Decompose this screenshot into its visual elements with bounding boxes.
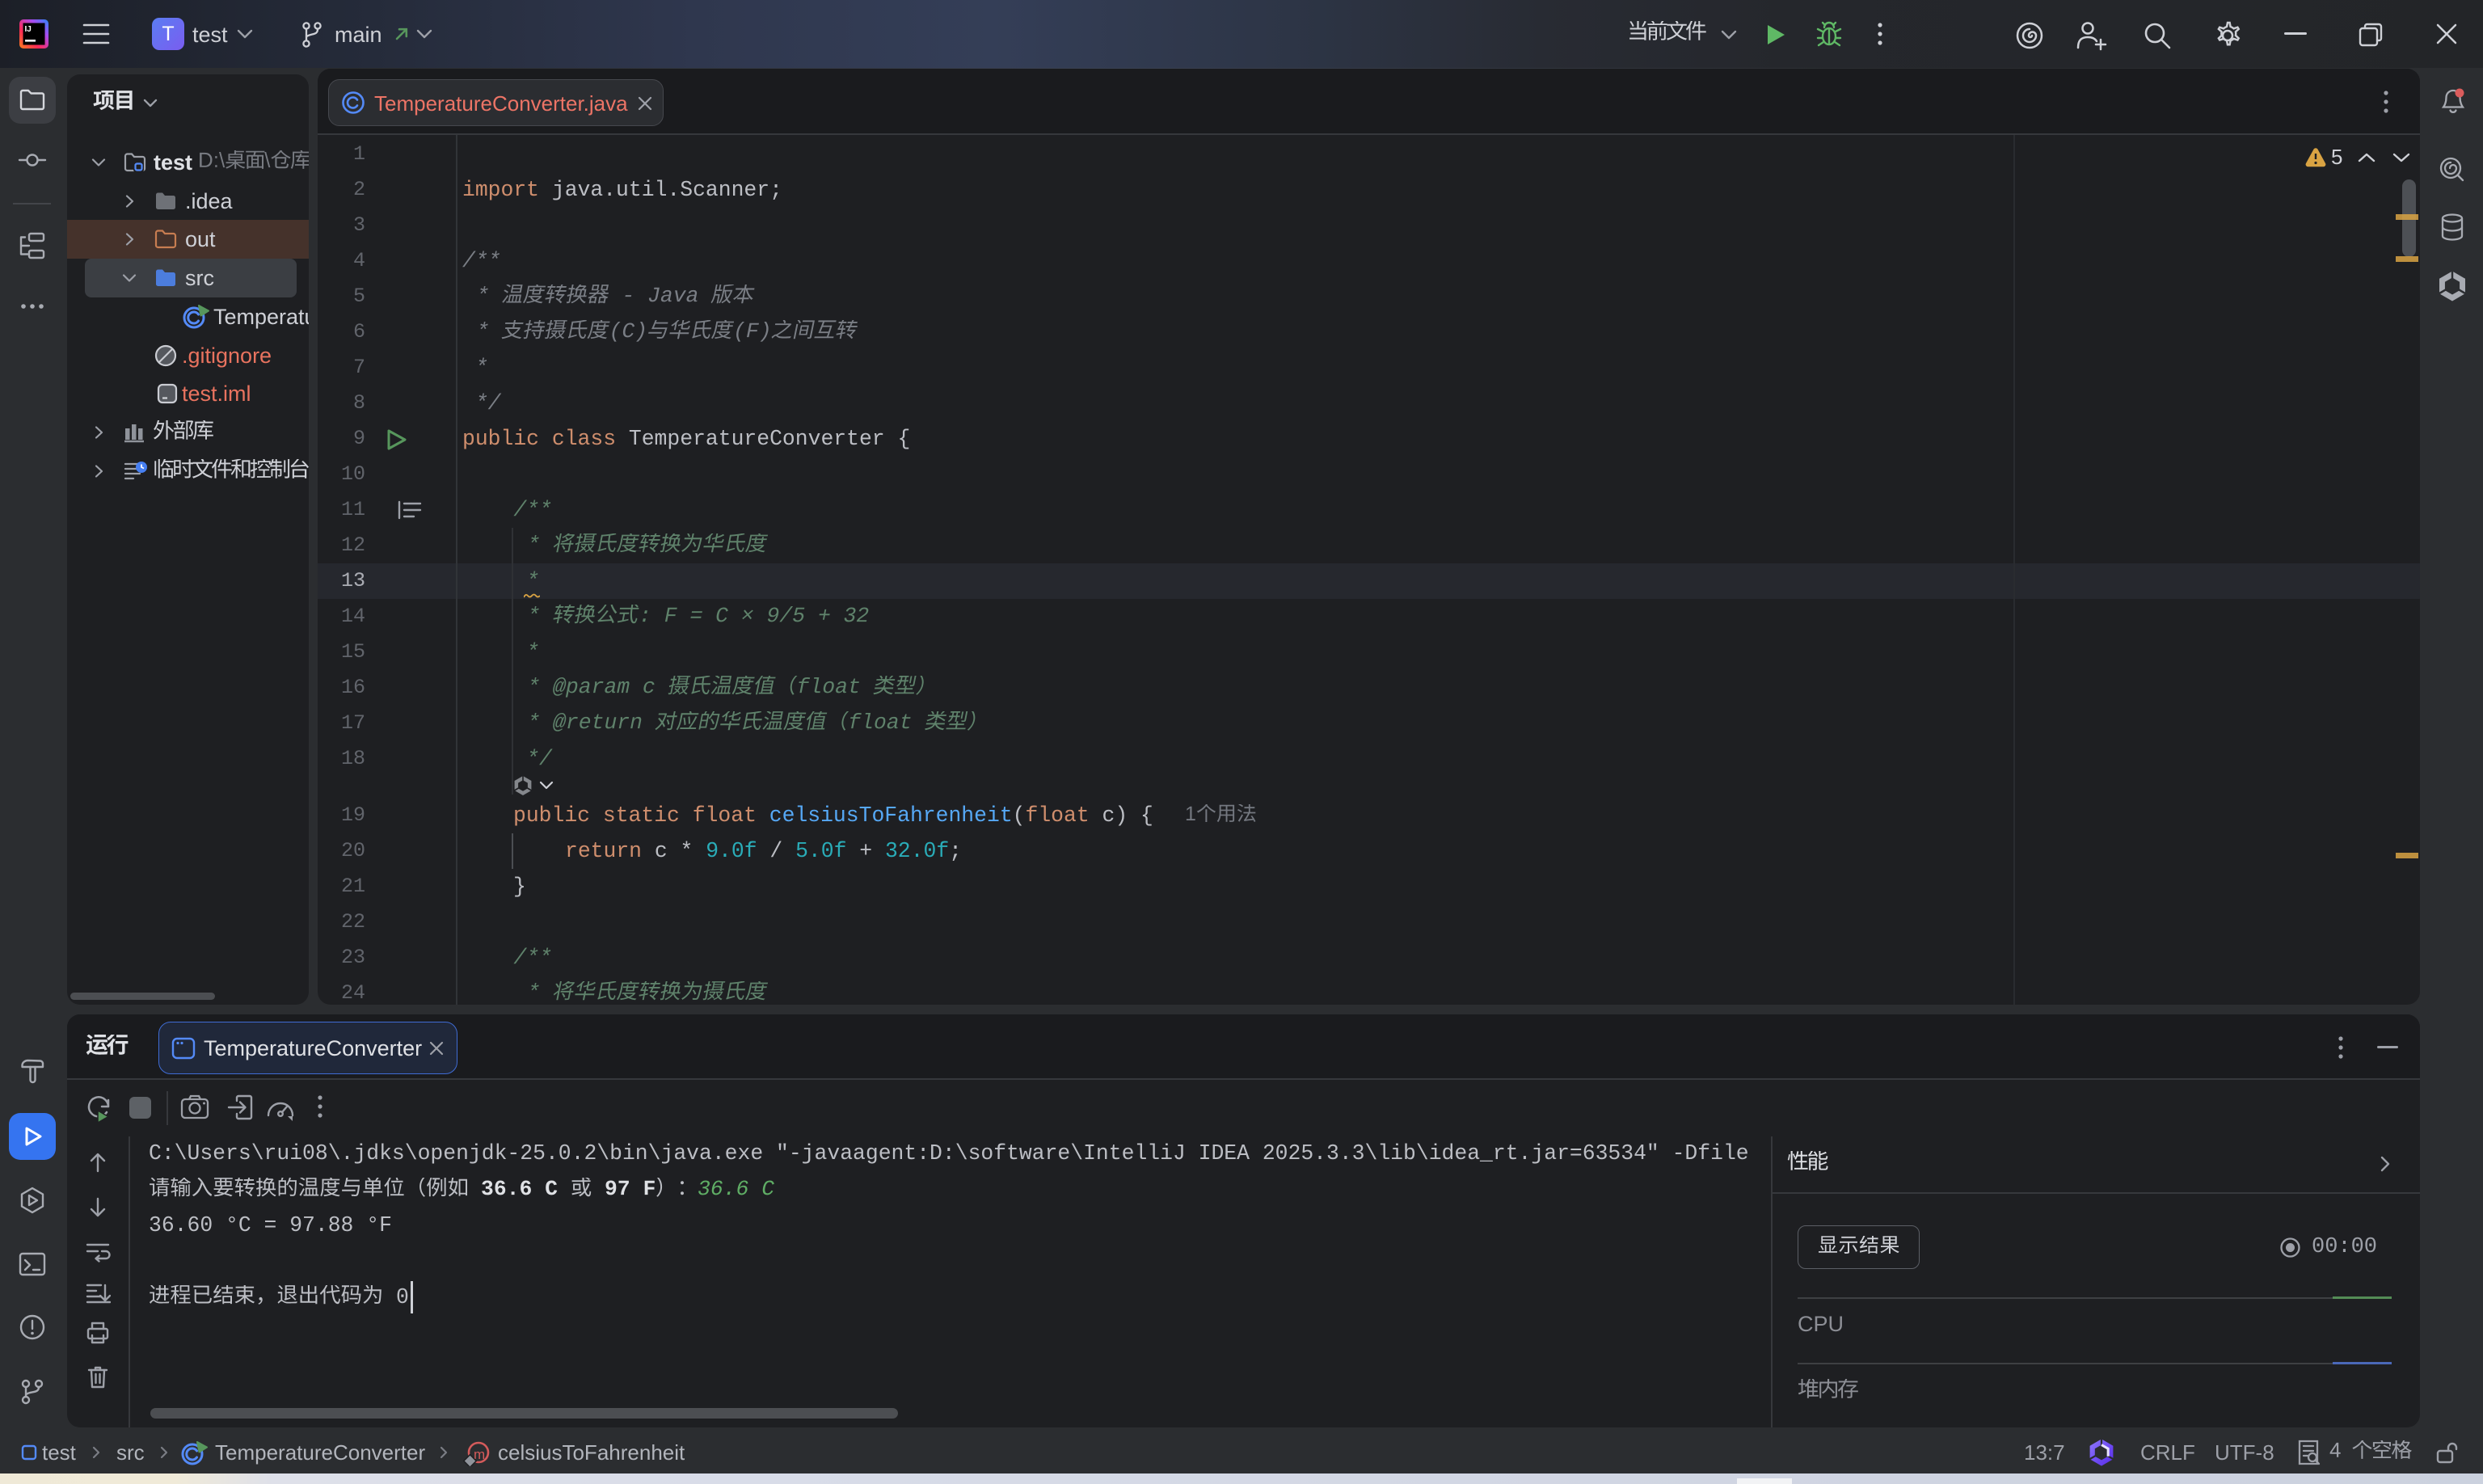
svg-text:IJ: IJ [25, 25, 32, 34]
